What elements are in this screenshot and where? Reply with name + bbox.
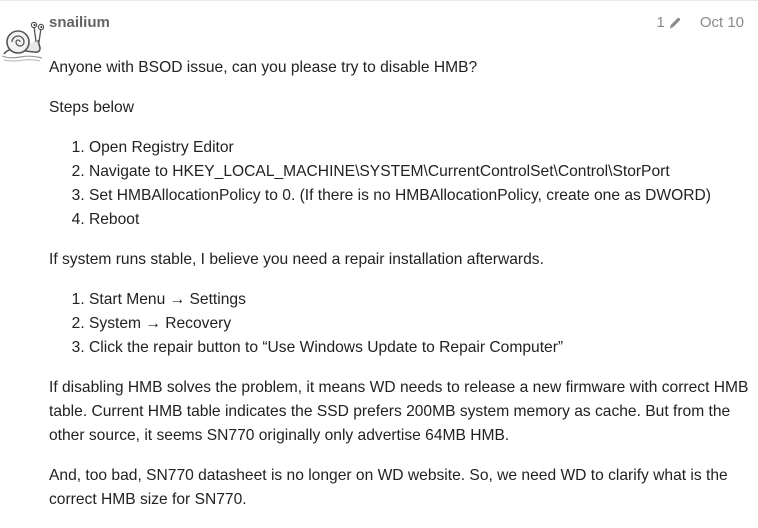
list-item: Set HMBAllocationPolicy to 0. (If there …: [89, 184, 749, 208]
list-item: Navigate to HKEY_LOCAL_MACHINE\SYSTEM\Cu…: [89, 160, 749, 184]
datasheet-paragraph: And, too bad, SN770 datasheet is no long…: [49, 467, 728, 508]
list-item: System → Recovery: [89, 312, 749, 336]
list-item: Start Menu → Settings: [89, 288, 749, 312]
steps-heading: Steps below: [49, 99, 134, 116]
topic-divider: [0, 0, 758, 1]
list-item: Click the repair button to “Use Windows …: [89, 336, 749, 360]
username-link[interactable]: snailium: [49, 14, 110, 31]
post-date[interactable]: Oct 10: [700, 14, 744, 31]
registry-steps-list: Open Registry Editor Navigate to HKEY_LO…: [49, 136, 749, 232]
post-header: snailium 1 Oct 10: [49, 14, 744, 36]
list-item: Open Registry Editor: [89, 136, 749, 160]
repair-steps-list: Start Menu → Settings System → Recovery …: [49, 288, 749, 360]
post-meta: 1 Oct 10: [656, 14, 744, 31]
edit-count: 1: [656, 14, 665, 31]
stable-note-paragraph: If system runs stable, I believe you nee…: [49, 251, 544, 268]
intro-paragraph: Anyone with BSOD issue, can you please t…: [49, 59, 478, 76]
list-item: Reboot: [89, 208, 749, 232]
snail-avatar-icon[interactable]: [0, 12, 45, 64]
firmware-paragraph: If disabling HMB solves the problem, it …: [49, 379, 749, 444]
post-body: Anyone with BSOD issue, can you please t…: [49, 56, 749, 528]
edit-history-button[interactable]: 1: [656, 14, 681, 31]
pencil-icon: [669, 17, 681, 28]
